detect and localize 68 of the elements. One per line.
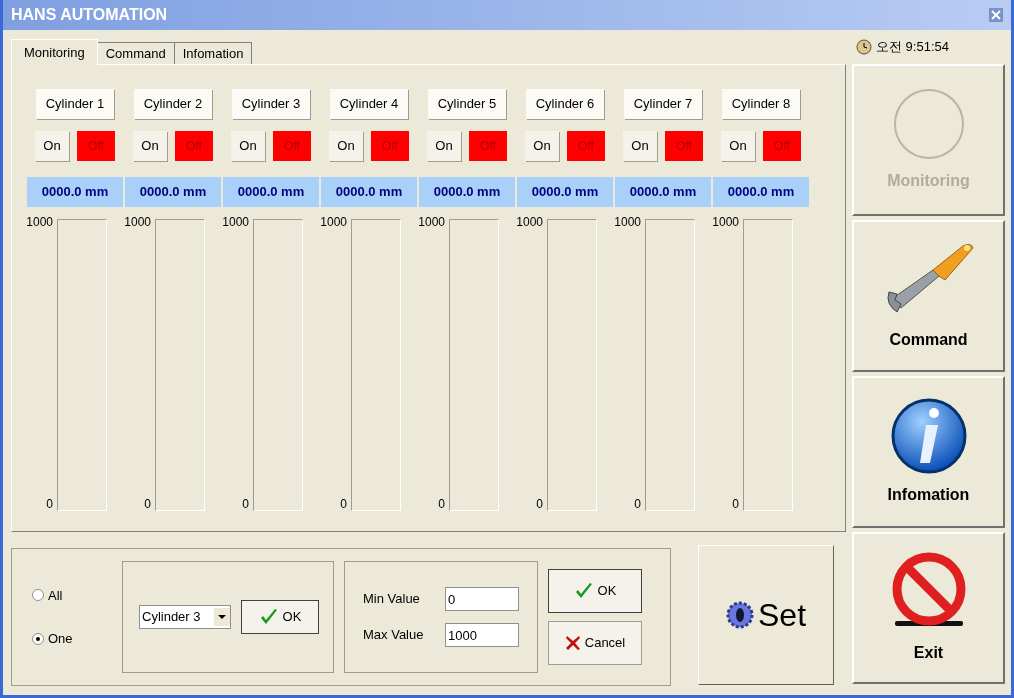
- cylinder-dropdown[interactable]: Cylinder 3: [139, 605, 231, 629]
- scale-min-label: 0: [438, 496, 445, 513]
- tab[interactable]: Infomation: [174, 42, 253, 64]
- scale-min-label: 0: [46, 496, 53, 513]
- scale-max-label: 1000: [222, 214, 249, 231]
- ok-button[interactable]: OK: [241, 600, 319, 634]
- side-nav-button[interactable]: Infomation: [852, 376, 1005, 528]
- cancel-button[interactable]: Cancel: [548, 621, 642, 665]
- max-value-field[interactable]: 1000: [445, 623, 519, 647]
- scale-max-label: 1000: [124, 214, 151, 231]
- ok-button[interactable]: OK: [548, 569, 642, 613]
- scale-max-label: 1000: [614, 214, 641, 231]
- position-readout: 0000.0 mm: [223, 177, 319, 207]
- circle-icon: [891, 87, 966, 161]
- max-value-label: Max Value: [363, 626, 425, 645]
- on-button[interactable]: On: [35, 131, 69, 161]
- clock-time: 오전 9:51:54: [876, 38, 949, 57]
- cylinder-label: Cylinder 7: [624, 89, 702, 119]
- position-readout: 0000.0 mm: [713, 177, 809, 207]
- cylinder-label: Cylinder 8: [722, 89, 800, 119]
- window-title: HANS AUTOMATION: [11, 5, 168, 25]
- check-icon: [573, 582, 594, 600]
- position-readout: 0000.0 mm: [615, 177, 711, 207]
- scale-max-label: 1000: [712, 214, 739, 231]
- cylinder-label: Cylinder 2: [134, 89, 212, 119]
- position-readout: 0000.0 mm: [27, 177, 123, 207]
- scale-min-label: 0: [340, 496, 347, 513]
- on-button[interactable]: On: [427, 131, 461, 161]
- cylinder-label: Cylinder 6: [526, 89, 604, 119]
- min-value-field[interactable]: 0: [445, 587, 519, 611]
- scale-max-label: 1000: [320, 214, 347, 231]
- scale-min-label: 0: [634, 496, 641, 513]
- scale-min-label: 0: [144, 496, 151, 513]
- side-nav-button[interactable]: Command: [852, 220, 1005, 372]
- min-value-label: Min Value: [363, 590, 421, 609]
- close-icon: [991, 10, 1001, 20]
- scope-radio[interactable]: All: [32, 585, 112, 605]
- cylinder-label: Cylinder 1: [36, 89, 114, 119]
- scope-radio[interactable]: One: [32, 629, 112, 649]
- info-icon: [889, 397, 968, 475]
- check-icon: [258, 608, 279, 626]
- tab[interactable]: Monitoring: [11, 39, 98, 65]
- scale-min-label: 0: [732, 496, 739, 513]
- cylinder-label: Cylinder 4: [330, 89, 408, 119]
- tab[interactable]: Command: [97, 42, 175, 64]
- on-button[interactable]: On: [721, 131, 755, 161]
- on-button[interactable]: On: [133, 131, 167, 161]
- position-readout: 0000.0 mm: [125, 177, 221, 207]
- on-button[interactable]: On: [329, 131, 363, 161]
- side-nav-button[interactable]: Exit: [852, 532, 1005, 684]
- cylinder-label: Cylinder 5: [428, 89, 506, 119]
- position-readout: 0000.0 mm: [321, 177, 417, 207]
- position-readout: 0000.0 mm: [419, 177, 515, 207]
- set-button[interactable]: Set: [698, 545, 834, 685]
- close-button[interactable]: [989, 8, 1003, 22]
- on-button[interactable]: On: [525, 131, 559, 161]
- on-button[interactable]: On: [623, 131, 657, 161]
- scale-min-label: 0: [536, 496, 543, 513]
- clock-icon: [856, 39, 872, 55]
- position-readout: 0000.0 mm: [517, 177, 613, 207]
- cylinder-label: Cylinder 3: [232, 89, 310, 119]
- scale-max-label: 1000: [26, 214, 53, 231]
- scale-max-label: 1000: [516, 214, 543, 231]
- scale-max-label: 1000: [418, 214, 445, 231]
- cross-icon: [564, 635, 581, 651]
- on-button[interactable]: On: [231, 131, 265, 161]
- gear-icon: [726, 600, 754, 630]
- scale-min-label: 0: [242, 496, 249, 513]
